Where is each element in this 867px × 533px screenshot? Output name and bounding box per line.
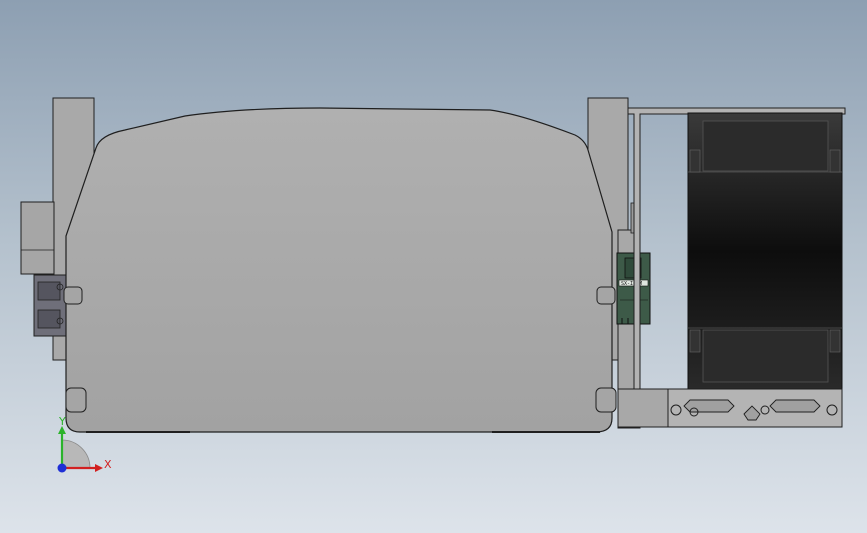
aluminium-extrusion xyxy=(617,388,843,428)
left-connector-block xyxy=(33,274,67,337)
drive-roller[interactable] xyxy=(687,112,843,391)
main-housing[interactable] xyxy=(63,107,617,433)
model-canvas[interactable]: SX-I-SM X Y xyxy=(0,0,867,533)
z-axis-dot xyxy=(57,463,67,473)
y-axis-label: Y xyxy=(58,415,66,428)
x-axis-arrowhead xyxy=(95,464,103,472)
triad-plane-icon xyxy=(61,439,91,469)
cad-viewport[interactable]: SX-I-SM X Y xyxy=(0,0,867,533)
x-axis-label: X xyxy=(104,458,112,471)
